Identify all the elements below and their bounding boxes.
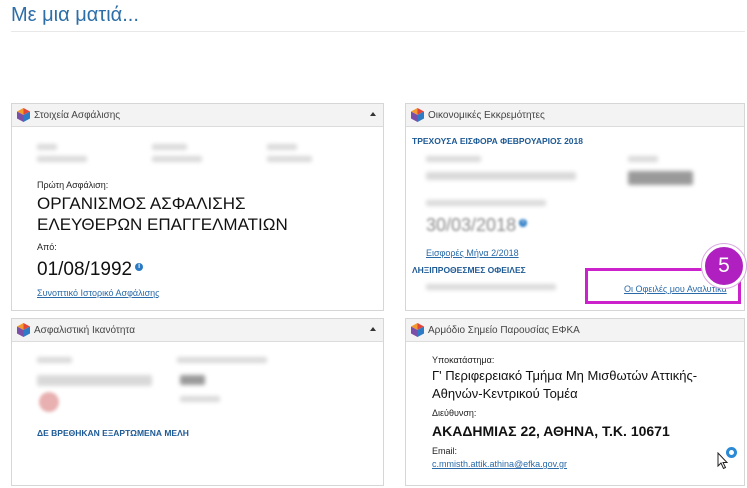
email-label: Email:	[432, 446, 458, 456]
email-link[interactable]: c.mmisth.attik.athina@efka.gov.gr	[432, 459, 567, 469]
step-badge: 5	[702, 244, 746, 288]
financial-panel-title: Οικονομικές Εκκρεμότητες	[428, 109, 545, 121]
redacted-field	[426, 156, 481, 162]
first-insurance-label: Πρώτη Ασφάλιση:	[37, 180, 109, 190]
branch-address: ΑΚΑΔΗΜΙΑΣ 22, ΑΘΗΝΑ, Τ.Κ. 10671	[432, 423, 670, 439]
branch-label: Υποκατάστημα:	[432, 355, 495, 365]
status-icon	[39, 392, 59, 412]
redacted-field	[152, 156, 202, 162]
history-link[interactable]: Συνοπτικό Ιστορικό Ασφάλισης	[37, 288, 160, 298]
insurance-panel: Στοιχεία Ασφάλισης Πρώτη Ασφάλιση: ΟΡΓΑΝ…	[11, 103, 384, 311]
insurance-fund-name: ΟΡΓΑΝΙΣΜΟΣ ΑΣΦΑΛΙΣΗΣ ΕΛΕΥΘΕΡΩΝ ΕΠΑΓΓΕΛΜΑ…	[37, 194, 288, 234]
efka-panel-title: Αρμόδιο Σημείο Παρουσίας ΕΦΚΑ	[428, 324, 580, 336]
redacted-field	[628, 156, 658, 162]
collapse-icon[interactable]	[370, 327, 376, 331]
branch-name: Γ' Περιφερειακό Τμήμα Μη Μισθωτών Αττική…	[432, 368, 698, 401]
month-contributions-link[interactable]: Εισφορές Μήνα 2/2018	[426, 248, 519, 258]
address-label: Διεύθυνση:	[432, 408, 477, 418]
redacted-field	[37, 357, 72, 363]
financial-panel-header: Οικονομικές Εκκρεμότητες	[406, 104, 744, 127]
efka-office-panel: Αρμόδιο Σημείο Παρουσίας ΕΦΚΑ Υποκατάστη…	[405, 318, 745, 486]
capacity-panel: Ασφαλιστική Ικανότητα ΔΕ ΒΡΕΘΗΚΑΝ ΕΞΑΡΤΩ…	[11, 318, 384, 486]
redacted-field	[267, 144, 297, 150]
redacted-field	[180, 396, 220, 402]
title-divider	[11, 31, 745, 32]
efka-logo-icon	[17, 323, 30, 337]
from-date: 01/08/1992 i	[37, 259, 144, 280]
redacted-field	[152, 144, 187, 150]
current-contribution-heading: ΤΡΕΧΟΥΣΑ ΕΙΣΦΟΡΑ ΦΕΒΡΟΥΑΡΙΟΣ 2018	[412, 136, 583, 146]
from-label: Από:	[37, 242, 57, 252]
due-date: 30/03/2018 i	[426, 215, 528, 236]
insurance-panel-header[interactable]: Στοιχεία Ασφάλισης	[12, 104, 383, 127]
redacted-field	[426, 284, 556, 290]
collapse-icon[interactable]	[370, 112, 376, 116]
info-icon[interactable]: i	[519, 219, 528, 227]
redacted-field	[426, 172, 576, 180]
redacted-field	[267, 156, 312, 162]
redacted-field	[37, 144, 57, 150]
insurance-panel-title: Στοιχεία Ασφάλισης	[34, 109, 121, 121]
redacted-field	[426, 200, 546, 206]
redacted-field	[177, 357, 267, 363]
efka-logo-icon	[17, 108, 30, 122]
dependents-text: ΔΕ ΒΡΕΘΗΚΑΝ ΕΞΑΡΤΩΜΕΝΑ ΜΕΛΗ	[37, 428, 189, 438]
overdue-heading: ΛΗΞΙΠΡΟΘΕΣΜΕΣ ΟΦΕΙΛΕΣ	[412, 265, 526, 275]
redacted-field	[37, 156, 87, 162]
efka-logo-icon	[411, 323, 424, 337]
efka-logo-icon	[411, 108, 424, 122]
redacted-amount	[628, 171, 693, 185]
page-title: Με μια ματιά...	[11, 4, 139, 26]
redacted-field	[180, 375, 205, 385]
capacity-panel-title: Ασφαλιστική Ικανότητα	[34, 324, 135, 336]
redacted-field	[37, 375, 152, 386]
capacity-panel-header[interactable]: Ασφαλιστική Ικανότητα	[12, 319, 383, 342]
click-indicator-icon	[726, 447, 737, 458]
efka-panel-header: Αρμόδιο Σημείο Παρουσίας ΕΦΚΑ	[406, 319, 744, 342]
info-icon[interactable]: i	[135, 262, 144, 271]
